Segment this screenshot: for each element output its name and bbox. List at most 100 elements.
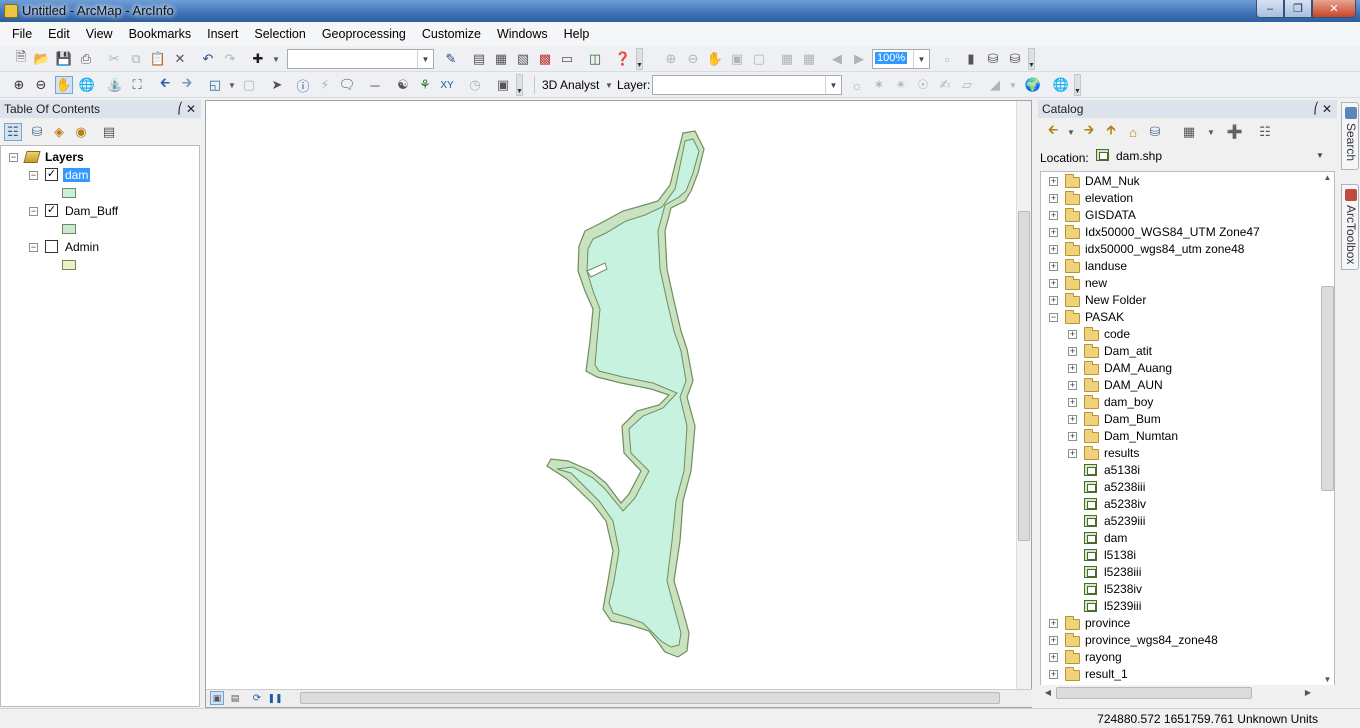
catalog-folder-item[interactable]: dam_boy xyxy=(1104,394,1153,410)
layout-view-icon[interactable]: ▤ xyxy=(228,691,242,705)
catalog-folder-item[interactable]: result_1 xyxy=(1085,666,1128,682)
catalog-hscroll-thumb[interactable] xyxy=(1056,687,1252,699)
data-view-icon[interactable]: ▣ xyxy=(210,691,224,705)
interpolate-line-icon[interactable]: ✍ xyxy=(936,76,954,94)
zoom-whole-page-icon[interactable]: ▣ xyxy=(728,50,746,68)
toolbar-grip-2[interactable]: ▼ xyxy=(1028,48,1035,70)
expand-icon[interactable]: + xyxy=(1049,177,1058,186)
pause-drawing-icon[interactable]: ❚❚ xyxy=(267,691,282,705)
interpolate-polygon-icon[interactable]: ▱ xyxy=(958,76,976,94)
collapse-icon[interactable]: − xyxy=(1049,313,1058,322)
pan-layout-icon[interactable]: ✋ xyxy=(706,50,724,68)
catalog-views-dropdown-icon[interactable]: ▼ xyxy=(1202,123,1220,141)
delete-icon[interactable]: ✕ xyxy=(171,50,189,68)
expand-icon[interactable]: + xyxy=(1068,449,1077,458)
catalog-folder-item[interactable]: Dam_Numtan xyxy=(1104,428,1178,444)
catalog-shapefile-item[interactable]: l5138i xyxy=(1104,547,1136,563)
line-of-sight-icon[interactable]: ✴ xyxy=(892,76,910,94)
editor-toolbar-icon[interactable]: ✎ xyxy=(442,50,460,68)
zoom-100-icon[interactable]: ▢ xyxy=(750,50,768,68)
list-by-source-icon[interactable]: ⛁ xyxy=(28,123,46,141)
list-by-drawing-order-icon[interactable]: ☷ xyxy=(4,123,22,141)
table-of-contents-icon[interactable]: ▤ xyxy=(470,50,488,68)
expand-icon[interactable]: + xyxy=(1049,194,1058,203)
search-window-icon[interactable]: ▧ xyxy=(514,50,532,68)
toolbar-grip-3[interactable]: ▼ xyxy=(516,74,523,96)
whats-this-icon[interactable]: ❓ xyxy=(614,50,632,68)
python-window-icon[interactable]: ▭ xyxy=(558,50,576,68)
expand-icon[interactable]: + xyxy=(1068,364,1077,373)
add-data-dropdown-icon[interactable]: ▼ xyxy=(267,50,285,68)
print-icon[interactable]: ⎙ xyxy=(77,50,95,68)
minimize-button[interactable]: – xyxy=(1256,0,1284,18)
catalog-folder-item[interactable]: results xyxy=(1104,445,1139,461)
time-slider-icon[interactable]: ◷ xyxy=(466,76,484,94)
list-by-selection-icon[interactable]: ◉ xyxy=(72,123,90,141)
toc-options-icon[interactable]: ▤ xyxy=(100,123,118,141)
arcscene-icon[interactable]: 🌍 xyxy=(1024,76,1042,94)
identify-icon[interactable]: ⓘ xyxy=(294,76,312,94)
restore-button[interactable]: ❐ xyxy=(1284,0,1312,18)
layer-admin-checkbox[interactable] xyxy=(45,240,58,253)
catalog-folder-item[interactable]: DAM_AUN xyxy=(1104,377,1163,393)
menu-bookmarks[interactable]: Bookmarks xyxy=(121,22,200,46)
3d-analyst-menu[interactable]: 3D Analyst xyxy=(542,78,599,92)
catalog-scroll-thumb[interactable] xyxy=(1321,286,1334,491)
go-back-extent-layout-icon[interactable]: ◀ xyxy=(828,50,846,68)
catalog-folder-item[interactable]: Dam_atit xyxy=(1104,343,1152,359)
toolbar-grip[interactable]: ▼ xyxy=(636,48,643,70)
layer-dambuff-swatch[interactable] xyxy=(62,224,76,234)
focus-data-frame-icon[interactable]: ▮ xyxy=(962,50,980,68)
expand-icon[interactable]: + xyxy=(1068,432,1077,441)
pin-icon[interactable]: ⎛ xyxy=(178,100,184,118)
cut-icon[interactable]: ✂ xyxy=(105,50,123,68)
catalog-shapefile-item[interactable]: a5238iii xyxy=(1104,479,1145,495)
undo-icon[interactable]: ↶ xyxy=(199,50,217,68)
pan-icon[interactable]: ✋ xyxy=(55,76,73,94)
map-horizontal-scroll-thumb[interactable] xyxy=(300,692,1000,704)
go-to-xy-icon[interactable]: XY xyxy=(438,76,456,94)
close-icon[interactable]: ✕ xyxy=(186,100,196,118)
connect-to-folder-icon[interactable]: ⛁ xyxy=(1146,123,1164,141)
zoom-in-icon[interactable]: ⊕ xyxy=(10,76,28,94)
catalog-folder-item[interactable]: province_wgs84_zone48 xyxy=(1085,632,1218,648)
map-vertical-scroll-thumb[interactable] xyxy=(1018,211,1030,541)
arctoolbox-tab[interactable]: ArcToolbox xyxy=(1341,184,1359,270)
select-elements-icon[interactable]: ➤ xyxy=(268,76,286,94)
catalog-scroll-right-icon[interactable]: ▶ xyxy=(1302,686,1314,698)
catalog-scroll-left-icon[interactable]: ◀ xyxy=(1042,686,1054,698)
location-combo[interactable]: dam.shp ▼ xyxy=(1092,146,1328,166)
expand-icon[interactable]: + xyxy=(1049,636,1058,645)
layout-zoom-combo[interactable]: 100% ▼ xyxy=(872,49,930,69)
data-driven-pages-icon[interactable]: ⛁ xyxy=(1006,50,1024,68)
layers-node[interactable]: Layers xyxy=(23,149,84,165)
menu-insert[interactable]: Insert xyxy=(199,22,246,46)
add-data-icon[interactable]: ✚ xyxy=(249,50,267,68)
catalog-home-icon[interactable]: ⌂ xyxy=(1124,123,1142,141)
layer-dam-swatch[interactable] xyxy=(62,188,76,198)
menu-edit[interactable]: Edit xyxy=(40,22,78,46)
catalog-folder-item[interactable]: new xyxy=(1085,275,1107,291)
map-view[interactable]: ▣ ▤ ⟳ ❚❚ xyxy=(205,100,1032,708)
catalog-vertical-scrollbar[interactable]: ▲ ▼ xyxy=(1320,171,1335,688)
catalog-close-icon[interactable]: ✕ xyxy=(1322,100,1332,118)
menu-view[interactable]: View xyxy=(78,22,121,46)
change-layout-icon[interactable]: ⛁ xyxy=(984,50,1002,68)
fixed-zoom-in-layout-icon[interactable]: ▦ xyxy=(778,50,796,68)
layer-admin-swatch[interactable] xyxy=(62,260,76,270)
fixed-zoom-out-layout-icon[interactable]: ▦ xyxy=(800,50,818,68)
select-features-dropdown-icon[interactable]: ▼ xyxy=(223,76,241,94)
expand-icon[interactable]: + xyxy=(1049,619,1058,628)
menu-windows[interactable]: Windows xyxy=(489,22,556,46)
catalog-views-icon[interactable]: ▦ xyxy=(1180,123,1198,141)
catalog-shapefile-item[interactable]: l5238iv xyxy=(1104,581,1142,597)
arctoolbox-icon[interactable]: ▩ xyxy=(536,50,554,68)
catalog-folder-item[interactable]: elevation xyxy=(1085,190,1133,206)
toc-layer-dambuff[interactable]: Dam_Buff xyxy=(65,203,118,219)
close-button[interactable]: ✕ xyxy=(1312,0,1356,18)
arcglobe-icon[interactable]: 🌐 xyxy=(1052,76,1070,94)
profile-dropdown-icon[interactable]: ▼ xyxy=(1004,76,1022,94)
html-popup-icon[interactable]: 🗨 xyxy=(338,76,356,94)
go-forward-extent-icon[interactable]: 🡲 xyxy=(178,75,196,94)
layer-admin-collapse-icon[interactable]: − xyxy=(29,243,38,252)
